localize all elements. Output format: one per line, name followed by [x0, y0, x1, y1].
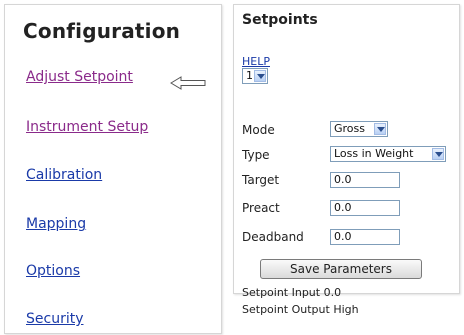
- setpoint-number-select[interactable]: 1: [242, 68, 268, 84]
- mode-select[interactable]: Gross: [330, 121, 388, 137]
- setpoint-output-status: Setpoint Output High: [242, 303, 359, 316]
- chevron-down-icon: [254, 70, 266, 82]
- preact-input[interactable]: [330, 200, 400, 216]
- target-input[interactable]: [330, 172, 400, 188]
- deadband-input[interactable]: [330, 229, 400, 245]
- target-label: Target: [242, 173, 280, 187]
- type-label: Type: [242, 148, 270, 162]
- left-arrow-icon: [170, 76, 206, 90]
- nav-link-security[interactable]: Security: [26, 311, 84, 327]
- chevron-down-icon: [374, 123, 386, 135]
- configuration-panel: Configuration Adjust Setpoint Instrument…: [4, 4, 222, 334]
- configuration-title: Configuration: [23, 19, 181, 43]
- deadband-label: Deadband: [242, 230, 304, 244]
- setpoints-panel: Setpoints HELP 1 Mode Gross Type Loss in…: [233, 4, 460, 316]
- nav-link-instrument-setup[interactable]: Instrument Setup: [26, 119, 148, 135]
- mode-value: Gross: [334, 122, 365, 135]
- nav-link-adjust-setpoint[interactable]: Adjust Setpoint: [26, 69, 133, 85]
- save-parameters-button[interactable]: Save Parameters: [260, 259, 422, 279]
- chevron-down-icon: [432, 148, 444, 160]
- nav-link-options[interactable]: Options: [26, 263, 80, 279]
- setpoint-number-value: 1: [246, 69, 253, 82]
- help-link[interactable]: HELP: [242, 55, 270, 68]
- type-value: Loss in Weight: [334, 147, 414, 160]
- preact-label: Preact: [242, 201, 280, 215]
- setpoints-title: Setpoints: [242, 12, 318, 28]
- nav-link-calibration[interactable]: Calibration: [26, 167, 102, 183]
- mode-label: Mode: [242, 123, 275, 137]
- setpoint-input-status: Setpoint Input 0.0: [242, 286, 342, 299]
- type-select[interactable]: Loss in Weight: [330, 146, 446, 162]
- nav-link-mapping[interactable]: Mapping: [26, 216, 86, 232]
